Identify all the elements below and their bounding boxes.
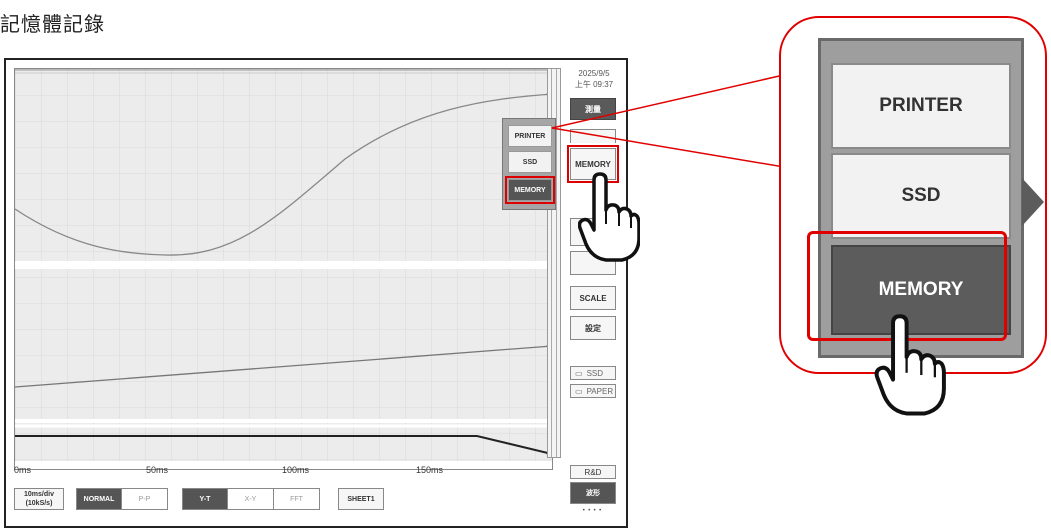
zoom-menu-item-ssd[interactable]: SSD: [831, 153, 1011, 239]
pointer-hand-icon: [578, 172, 640, 262]
arrow-right-icon: [1022, 178, 1044, 226]
zoom-pointer-hand-icon: [874, 314, 946, 416]
zoom-menu-item-printer[interactable]: PRINTER: [831, 63, 1011, 149]
